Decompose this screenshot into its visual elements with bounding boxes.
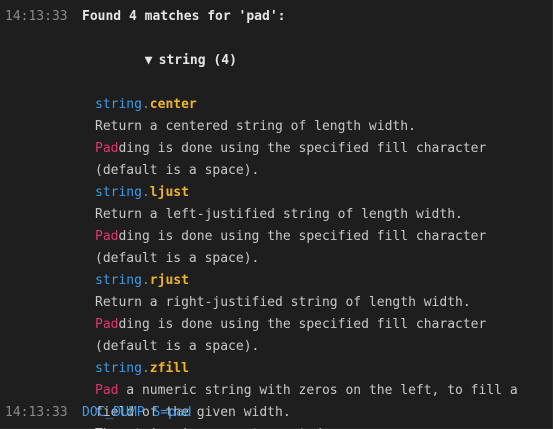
timestamp: 14:13:33 xyxy=(5,405,68,420)
description-line: (default is a space). xyxy=(95,160,552,182)
description-text: (default is a space). xyxy=(95,163,260,178)
match-highlight: Pad xyxy=(95,229,119,244)
description-line: Return a centered string of length width… xyxy=(95,116,552,138)
dot-separator: . xyxy=(141,97,150,112)
dot-separator: . xyxy=(141,185,150,200)
function-name: center xyxy=(149,97,197,112)
function-name: zfill xyxy=(149,361,189,376)
description-line: Return a left-justified string of length… xyxy=(95,204,552,226)
entry-body: DOC_DUMP S=pad xyxy=(82,402,552,424)
module-name: string xyxy=(95,185,142,200)
match-item-rjust: string.rjust Return a right-justified str… xyxy=(95,270,552,358)
description-text: Return a right-justified string of lengt… xyxy=(95,295,471,310)
description-line: (default is a space). xyxy=(95,336,552,358)
command-link[interactable]: DOC_DUMP S=pad xyxy=(82,405,192,420)
description-line: The string is never truncated. xyxy=(95,424,552,429)
match-highlight: Pad xyxy=(95,383,119,398)
description-text: (default is a space). xyxy=(95,339,260,354)
timestamp: 14:13:33 xyxy=(5,9,68,24)
match-list: string.center Return a centered string of… xyxy=(95,94,552,429)
description-text: ding is done using the specified fill ch… xyxy=(118,141,487,156)
description-text: Return a centered string of length width… xyxy=(95,119,416,134)
match-item-center: string.center Return a centered string of… xyxy=(95,94,552,182)
results-header: Found 4 matches for 'pad': xyxy=(82,9,286,24)
description-line: Padding is done using the specified fill… xyxy=(95,314,552,336)
description-line: (default is a space). xyxy=(95,248,552,270)
function-signature-link[interactable]: string.zfill xyxy=(95,358,552,380)
description-text: (default is a space). xyxy=(95,251,260,266)
description-line: Padding is done using the specified fill… xyxy=(95,138,552,160)
description-line: Padding is done using the specified fill… xyxy=(95,226,552,248)
console-output: 14:13:33 Found 4 matches for 'pad': ▼ str… xyxy=(0,0,553,429)
function-signature-link[interactable]: string.rjust xyxy=(95,270,552,292)
collapse-triangle-icon[interactable]: ▼ xyxy=(145,50,159,72)
dot-separator: . xyxy=(141,273,150,288)
description-text: Return a left-justified string of length… xyxy=(95,207,463,222)
module-name: string xyxy=(95,361,142,376)
match-highlight: Pad xyxy=(95,317,119,332)
description-line: Return a right-justified string of lengt… xyxy=(95,292,552,314)
module-name: string xyxy=(95,273,142,288)
function-signature-link[interactable]: string.ljust xyxy=(95,182,552,204)
match-item-ljust: string.ljust Return a left-justified stri… xyxy=(95,182,552,270)
group-toggle[interactable]: ▼ string (4) xyxy=(82,28,552,94)
description-line: Pad a numeric string with zeros on the l… xyxy=(95,380,552,402)
function-name: rjust xyxy=(149,273,189,288)
dot-separator: . xyxy=(141,361,150,376)
entry-body: Found 4 matches for 'pad': ▼ string (4) s… xyxy=(82,6,552,429)
function-signature-link[interactable]: string.center xyxy=(95,94,552,116)
group-label: string (4) xyxy=(158,53,237,68)
description-text: ding is done using the specified fill ch… xyxy=(118,317,487,332)
match-highlight: Pad xyxy=(95,141,119,156)
function-name: ljust xyxy=(149,185,189,200)
module-name: string xyxy=(95,97,142,112)
description-text: a numeric string with zeros on the left,… xyxy=(118,383,518,398)
description-text: ding is done using the specified fill ch… xyxy=(118,229,487,244)
